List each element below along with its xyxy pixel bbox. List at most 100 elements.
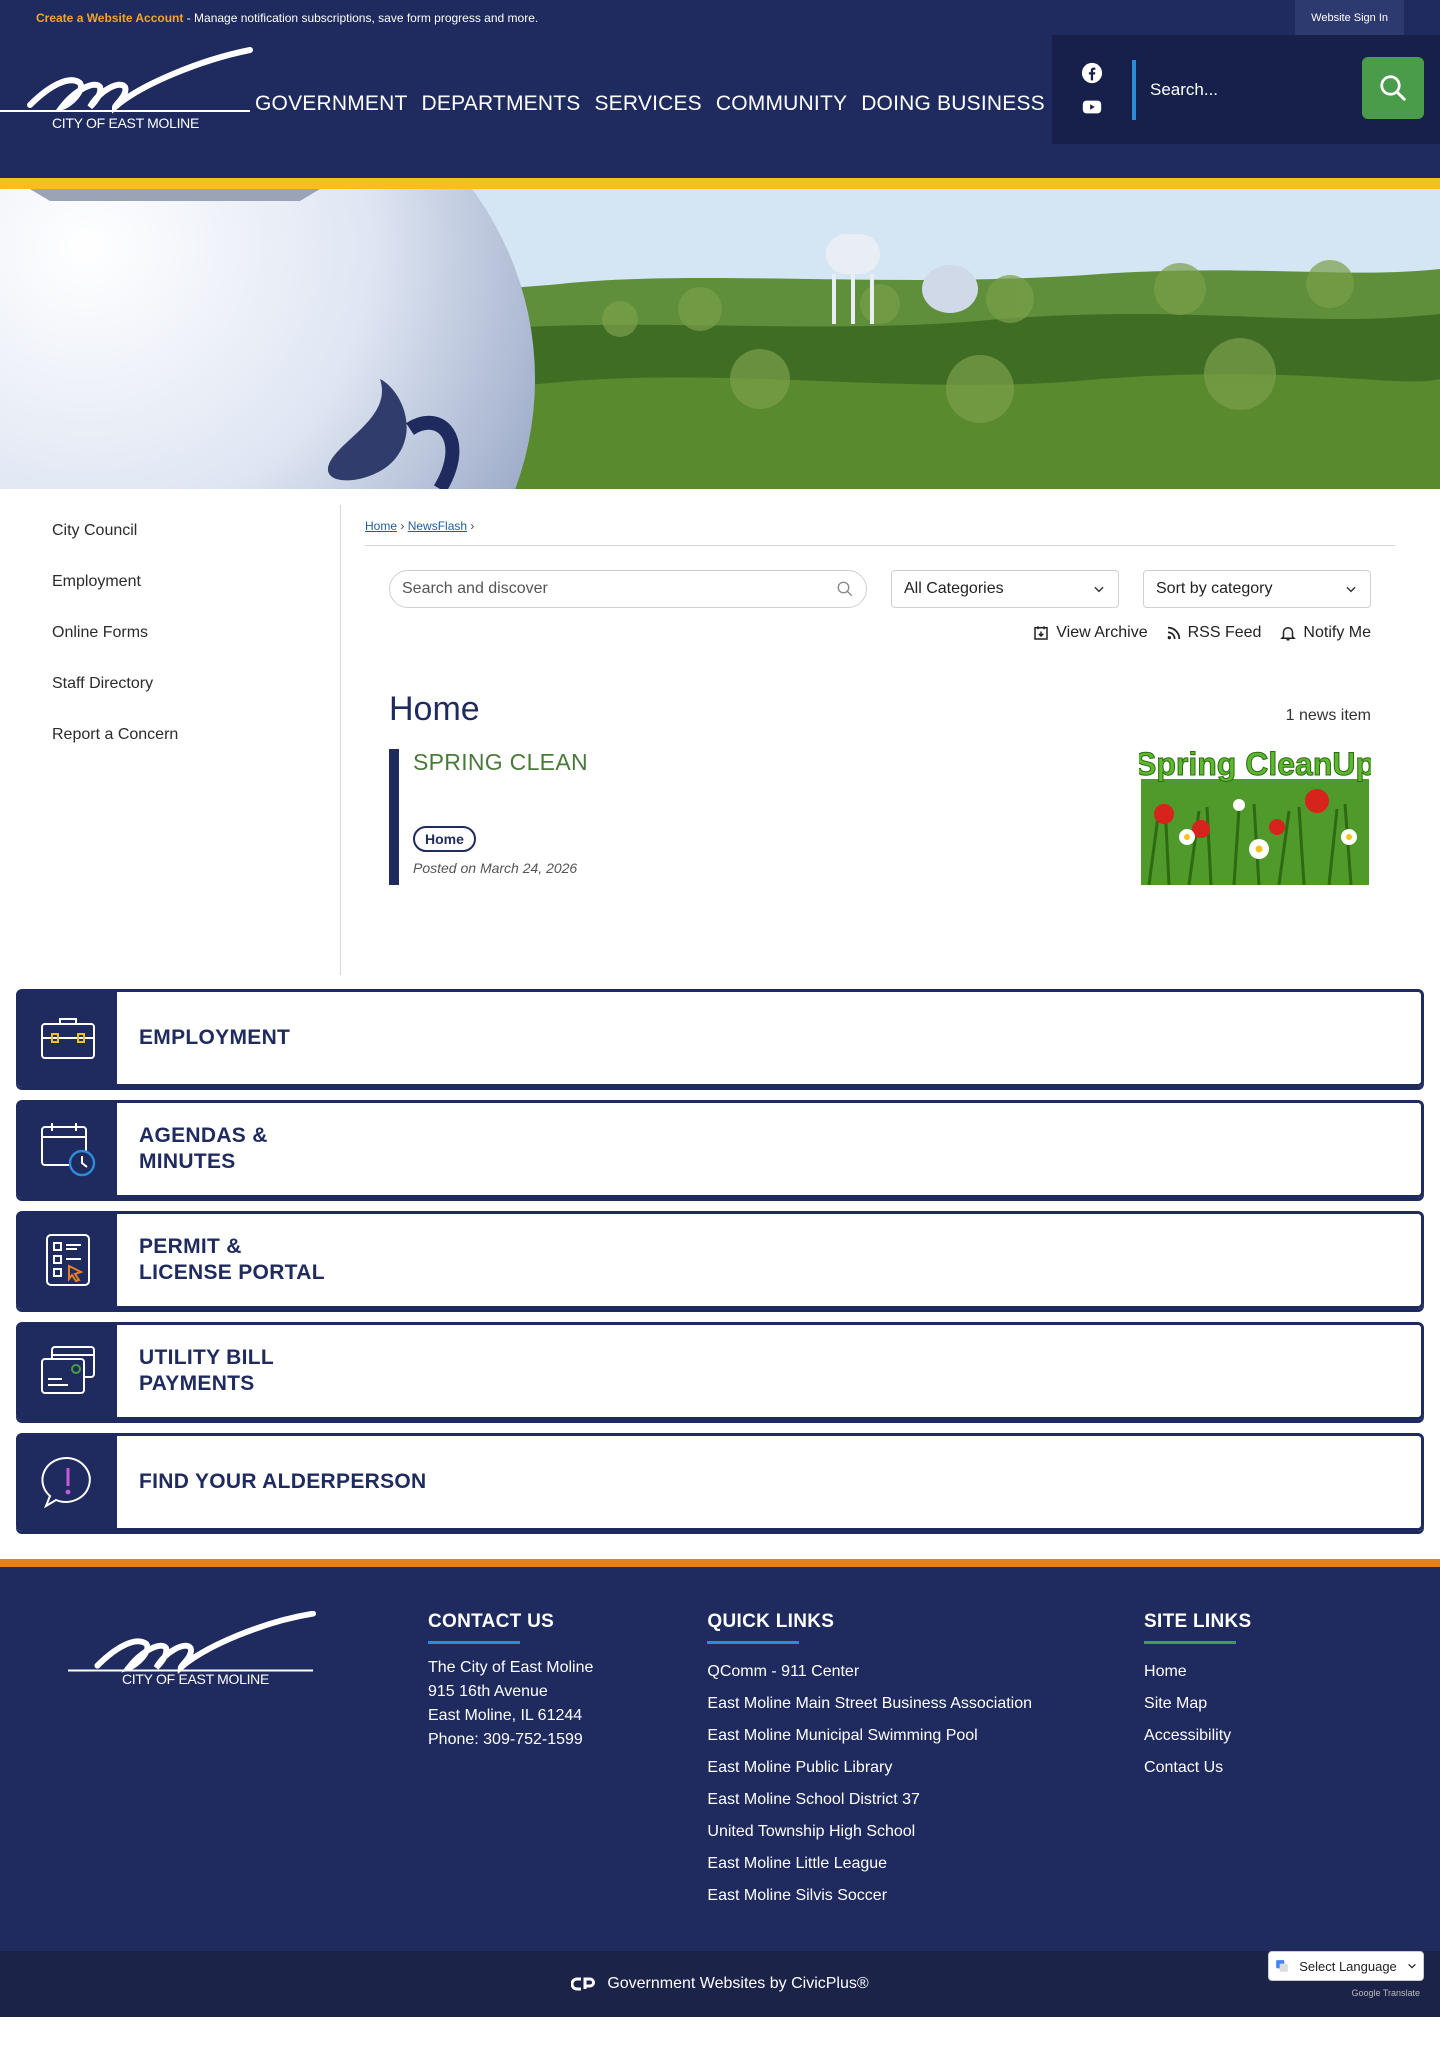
quick-link[interactable]: East Moline Main Street Business Associa… xyxy=(707,1688,1032,1720)
heading-underline xyxy=(428,1641,520,1644)
view-archive-label: View Archive xyxy=(1056,624,1148,641)
language-select-value: Select Language xyxy=(1299,1958,1397,1974)
water-tower-image xyxy=(0,189,1440,489)
news-item-tag[interactable]: Home xyxy=(413,826,476,852)
site-link-contact-us[interactable]: Contact Us xyxy=(1144,1752,1252,1784)
nav-item-doing-business[interactable]: DOING BUSINESS xyxy=(861,92,1045,116)
nav-item-government[interactable]: GOVERNMENT xyxy=(255,92,408,116)
notify-me-label: Notify Me xyxy=(1303,624,1371,641)
quick-link[interactable]: East Moline School District 37 xyxy=(707,1784,1032,1816)
sidebar-item-staff-directory[interactable]: Staff Directory xyxy=(0,672,340,723)
city-logo: CITY OF EAST MOLINE xyxy=(0,45,255,135)
footer-site-links-heading: SITE LINKS xyxy=(1144,1611,1252,1632)
quick-link[interactable]: United Township High School xyxy=(707,1816,1032,1848)
tile-agendas-minutes[interactable]: AGENDAS & MINUTES xyxy=(16,1100,1424,1198)
footer-contact: CONTACT US The City of East Moline 915 1… xyxy=(428,1611,593,1951)
footer-logo[interactable]: CITY OF EAST MOLINE xyxy=(68,1610,318,1701)
civicplus-credit-link[interactable]: Government Websites by CivicPlus® xyxy=(571,1975,869,1993)
briefcase-icon xyxy=(41,1018,95,1059)
search-divider xyxy=(1132,59,1136,120)
checklist-icon xyxy=(46,1234,90,1286)
breadcrumb-home[interactable]: Home xyxy=(365,519,397,533)
logo-script-icon xyxy=(0,47,253,114)
footer-accent-stripe xyxy=(0,1559,1440,1567)
tile-utility-bill[interactable]: UTILITY BILL PAYMENTS xyxy=(16,1322,1424,1420)
quick-link[interactable]: QComm - 911 Center xyxy=(707,1656,1032,1688)
category-select[interactable]: All Categories xyxy=(891,570,1119,608)
site-link-accessibility[interactable]: Accessibility xyxy=(1144,1720,1252,1752)
sort-select[interactable]: Sort by category xyxy=(1143,570,1371,608)
quick-link[interactable]: East Moline Municipal Swimming Pool xyxy=(707,1720,1032,1752)
news-item-image[interactable]: Spring CleanUp xyxy=(1139,749,1371,885)
tile-label: PERMIT & LICENSE PORTAL xyxy=(139,1235,325,1284)
news-count: 1 news item xyxy=(1285,707,1371,724)
quick-link[interactable]: East Moline Public Library xyxy=(707,1752,1032,1784)
google-translate-powered: Google Translate xyxy=(1351,1988,1420,1998)
contact-line: 915 16th Avenue xyxy=(428,1683,548,1700)
facebook-icon[interactable] xyxy=(1081,62,1103,84)
nav-item-services[interactable]: SERVICES xyxy=(594,92,701,116)
breadcrumb-newsflash[interactable]: NewsFlash xyxy=(408,519,467,533)
tile-find-alderperson[interactable]: FIND YOUR ALDERPERSON xyxy=(16,1433,1424,1531)
spring-cleanup-image: Spring CleanUp xyxy=(1139,749,1371,885)
sidebar-item-city-council[interactable]: City Council xyxy=(0,519,340,570)
site-link-home[interactable]: Home xyxy=(1144,1656,1252,1688)
calendar-clock-icon xyxy=(41,1123,96,1177)
tile-icon-box xyxy=(19,1436,117,1528)
tile-permit-license[interactable]: PERMIT & LICENSE PORTAL xyxy=(16,1211,1424,1309)
civicplus-credit-text: Government Websites by CivicPlus® xyxy=(607,1975,869,1992)
quick-link[interactable]: East Moline Silvis Soccer xyxy=(707,1880,1032,1912)
language-select[interactable]: Select Language xyxy=(1268,1951,1424,1981)
account-notice: Create a Website Account - Manage notifi… xyxy=(36,11,538,25)
tile-icon-box xyxy=(19,1325,117,1417)
tile-employment[interactable]: EMPLOYMENT xyxy=(16,989,1424,1087)
newsflash-section: Home › NewsFlash › Search and discover A… xyxy=(341,505,1440,979)
notify-me-link[interactable]: Notify Me xyxy=(1279,624,1371,642)
news-item-title[interactable]: SPRING CLEAN xyxy=(413,749,588,775)
archive-icon xyxy=(1034,626,1049,640)
site-link-site-map[interactable]: Site Map xyxy=(1144,1688,1252,1720)
footer-quick-links-heading: QUICK LINKS xyxy=(707,1611,835,1632)
category-select-value: All Categories xyxy=(904,580,1004,597)
site-header: CITY OF EAST MOLINE GOVERNMENT DEPARTMEN… xyxy=(0,35,1440,178)
bill-payment-icon xyxy=(41,1346,95,1394)
contact-line: The City of East Moline xyxy=(428,1659,594,1676)
nav-item-community[interactable]: COMMUNITY xyxy=(716,92,847,116)
tile-icon-box xyxy=(19,1214,117,1306)
sidebar-item-employment[interactable]: Employment xyxy=(0,570,340,621)
news-actions: View Archive RSS Feed Notify Me xyxy=(365,624,1395,642)
chevron-down-icon xyxy=(1408,1963,1416,1969)
sidebar-item-online-forms[interactable]: Online Forms xyxy=(0,621,340,672)
news-filters: Search and discover All Categories Sort … xyxy=(365,570,1395,608)
create-account-link[interactable]: Create a Website Account xyxy=(36,11,183,25)
tile-icon-box xyxy=(19,1103,117,1195)
logo-link[interactable]: CITY OF EAST MOLINE xyxy=(0,35,255,178)
search-icon xyxy=(1380,75,1406,101)
nav-item-departments[interactable]: DEPARTMENTS xyxy=(422,92,581,116)
breadcrumb-separator: › xyxy=(470,519,475,533)
tile-label: EMPLOYMENT xyxy=(139,1026,291,1049)
quick-link[interactable]: East Moline Little League xyxy=(707,1848,1032,1880)
rss-feed-link[interactable]: RSS Feed xyxy=(1166,624,1262,642)
youtube-icon[interactable] xyxy=(1081,96,1103,118)
news-item-date: Posted on March 24, 2026 xyxy=(413,860,578,876)
civicplus-logo-icon xyxy=(571,1977,596,1991)
search-button[interactable] xyxy=(1362,57,1424,119)
footer-logo-text: CITY OF EAST MOLINE xyxy=(122,1671,270,1687)
google-translate-icon xyxy=(1276,1960,1288,1972)
news-search-input[interactable]: Search and discover xyxy=(389,570,867,608)
sidebar-item-report-concern[interactable]: Report a Concern xyxy=(0,723,340,774)
main-nav: GOVERNMENT DEPARTMENTS SERVICES COMMUNIT… xyxy=(255,35,1059,178)
footer-quick-links: QUICK LINKS QComm - 911 Center East Moli… xyxy=(707,1611,1032,1951)
view-archive-link[interactable]: View Archive xyxy=(1032,624,1148,642)
chevron-down-icon xyxy=(1346,586,1356,593)
sign-in-button[interactable]: Website Sign In xyxy=(1295,0,1404,35)
news-heading-row: Home 1 news item xyxy=(365,690,1395,729)
rss-feed-label: RSS Feed xyxy=(1187,624,1262,641)
footer-credit-bar: Government Websites by CivicPlus® Select… xyxy=(0,1951,1440,2017)
site-footer: CITY OF EAST MOLINE CONTACT US The City … xyxy=(0,1567,1440,1951)
footer-contact-heading: CONTACT US xyxy=(428,1611,555,1632)
tile-label: UTILITY BILL PAYMENTS xyxy=(139,1346,275,1395)
site-search-input[interactable] xyxy=(1150,79,1350,100)
top-bar: Create a Website Account - Manage notifi… xyxy=(0,0,1440,35)
